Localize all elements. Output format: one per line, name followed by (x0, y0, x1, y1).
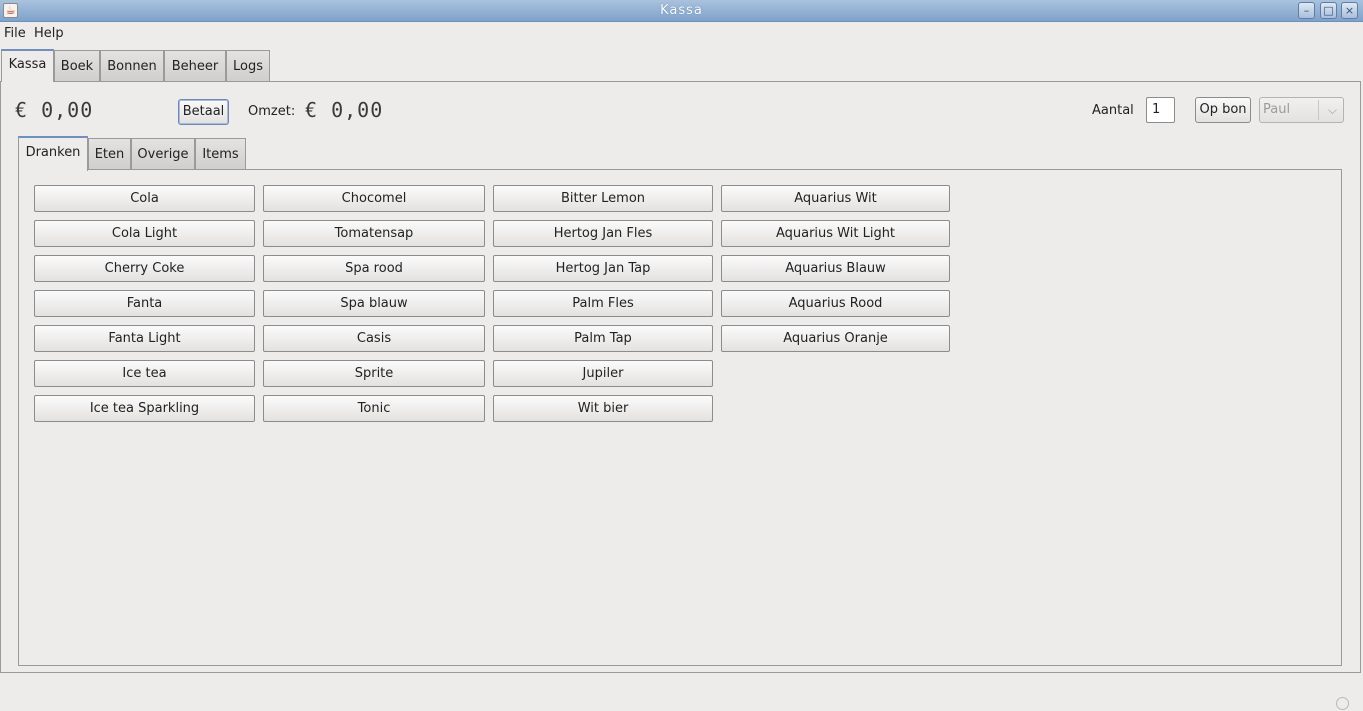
menu-help[interactable]: Help (34, 26, 64, 41)
pay-button[interactable]: Betaal (178, 99, 229, 125)
menu-file[interactable]: File (4, 26, 26, 41)
maximize-icon[interactable]: □ (1320, 2, 1337, 19)
tab-dranken[interactable]: Dranken (18, 136, 88, 171)
omzet-label: Omzet: (248, 104, 296, 119)
drink-button-ice-tea[interactable]: Ice tea (34, 360, 255, 387)
drink-button-spa-blauw[interactable]: Spa blauw (263, 290, 485, 317)
user-select[interactable]: Paul ⌵ (1259, 97, 1344, 123)
drink-button-ice-tea-sparkling[interactable]: Ice tea Sparkling (34, 395, 255, 422)
op-bon-button[interactable]: Op bon (1195, 97, 1251, 123)
drink-button-hertog-jan-fles[interactable]: Hertog Jan Fles (493, 220, 713, 247)
tab-beheer[interactable]: Beheer (164, 50, 226, 82)
tab-overige[interactable]: Overige (131, 138, 195, 170)
drink-button-bitter-lemon[interactable]: Bitter Lemon (493, 185, 713, 212)
omzet-amount: € 0,00 (305, 98, 384, 122)
minimize-icon[interactable]: – (1298, 2, 1315, 19)
total-amount: € 0,00 (15, 98, 94, 122)
aantal-label: Aantal (1092, 103, 1134, 118)
drink-button-aquarius-blauw[interactable]: Aquarius Blauw (721, 255, 950, 282)
tab-eten[interactable]: Eten (88, 138, 131, 170)
drink-button-wit-bier[interactable]: Wit bier (493, 395, 713, 422)
tab-boek[interactable]: Boek (54, 50, 100, 82)
drink-button-palm-tap[interactable]: Palm Tap (493, 325, 713, 352)
drink-button-aquarius-wit-light[interactable]: Aquarius Wit Light (721, 220, 950, 247)
drink-button-sprite[interactable]: Sprite (263, 360, 485, 387)
tab-items[interactable]: Items (195, 138, 246, 170)
tab-kassa[interactable]: Kassa (1, 49, 54, 82)
menu-bar: File Help (0, 23, 1363, 45)
drink-button-cola[interactable]: Cola (34, 185, 255, 212)
tab-bonnen[interactable]: Bonnen (100, 50, 164, 82)
status-indicator-icon (1336, 697, 1349, 710)
aantal-input[interactable]: 1 (1146, 97, 1175, 123)
drink-button-tonic[interactable]: Tonic (263, 395, 485, 422)
window-title: Kassa (660, 3, 703, 18)
drink-button-spa-rood[interactable]: Spa rood (263, 255, 485, 282)
drink-button-casis[interactable]: Casis (263, 325, 485, 352)
select-separator (1318, 100, 1319, 120)
drink-button-jupiler[interactable]: Jupiler (493, 360, 713, 387)
drink-button-chocomel[interactable]: Chocomel (263, 185, 485, 212)
drink-button-aquarius-oranje[interactable]: Aquarius Oranje (721, 325, 950, 352)
drink-button-cherry-coke[interactable]: Cherry Coke (34, 255, 255, 282)
user-select-value: Paul (1263, 102, 1291, 117)
drink-button-cola-light[interactable]: Cola Light (34, 220, 255, 247)
chevron-down-icon[interactable]: ⌵ (1328, 98, 1337, 122)
window-titlebar[interactable]: ☕ Kassa – □ × (0, 0, 1363, 22)
drink-button-fanta[interactable]: Fanta (34, 290, 255, 317)
close-icon[interactable]: × (1341, 2, 1358, 19)
drink-button-fanta-light[interactable]: Fanta Light (34, 325, 255, 352)
drink-button-aquarius-wit[interactable]: Aquarius Wit (721, 185, 950, 212)
drink-button-hertog-jan-tap[interactable]: Hertog Jan Tap (493, 255, 713, 282)
tab-logs[interactable]: Logs (226, 50, 270, 82)
drink-button-aquarius-rood[interactable]: Aquarius Rood (721, 290, 950, 317)
drink-button-tomatensap[interactable]: Tomatensap (263, 220, 485, 247)
drink-button-palm-fles[interactable]: Palm Fles (493, 290, 713, 317)
